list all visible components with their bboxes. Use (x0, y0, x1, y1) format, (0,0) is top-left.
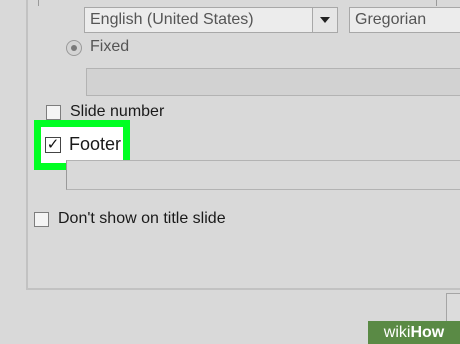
slide-number-label: Slide number (70, 103, 165, 120)
wikihow-watermark: wikiHow (368, 321, 460, 344)
footer-label: Footer (69, 134, 122, 154)
footer-checkbox[interactable]: ✓ (45, 137, 61, 153)
panel-border-bottom (26, 288, 460, 290)
fixed-radio-label: Fixed (90, 38, 130, 55)
calendar-dropdown-value: Gregorian (355, 11, 427, 28)
check-icon: ✓ (46, 136, 60, 153)
top-divider-mark (38, 0, 39, 6)
title-slide-checkbox[interactable] (34, 212, 49, 227)
radio-dot (71, 45, 77, 51)
fixed-date-field[interactable] (86, 68, 460, 96)
language-dropdown[interactable]: English (United States) (84, 7, 338, 33)
footer-text-field[interactable] (66, 160, 460, 190)
slide-number-checkbox[interactable] (46, 105, 61, 120)
fixed-radio[interactable] (66, 40, 82, 56)
title-slide-label: Don't show on title slide (58, 210, 226, 227)
language-dropdown-value: English (United States) (90, 11, 254, 28)
chevron-down-icon[interactable] (312, 8, 337, 32)
panel-border-left (26, 0, 28, 290)
top-divider-mark-right (436, 0, 437, 6)
watermark-prefix: wiki (383, 324, 411, 341)
calendar-dropdown[interactable]: Gregorian (349, 7, 460, 33)
watermark-suffix: How (410, 324, 445, 341)
